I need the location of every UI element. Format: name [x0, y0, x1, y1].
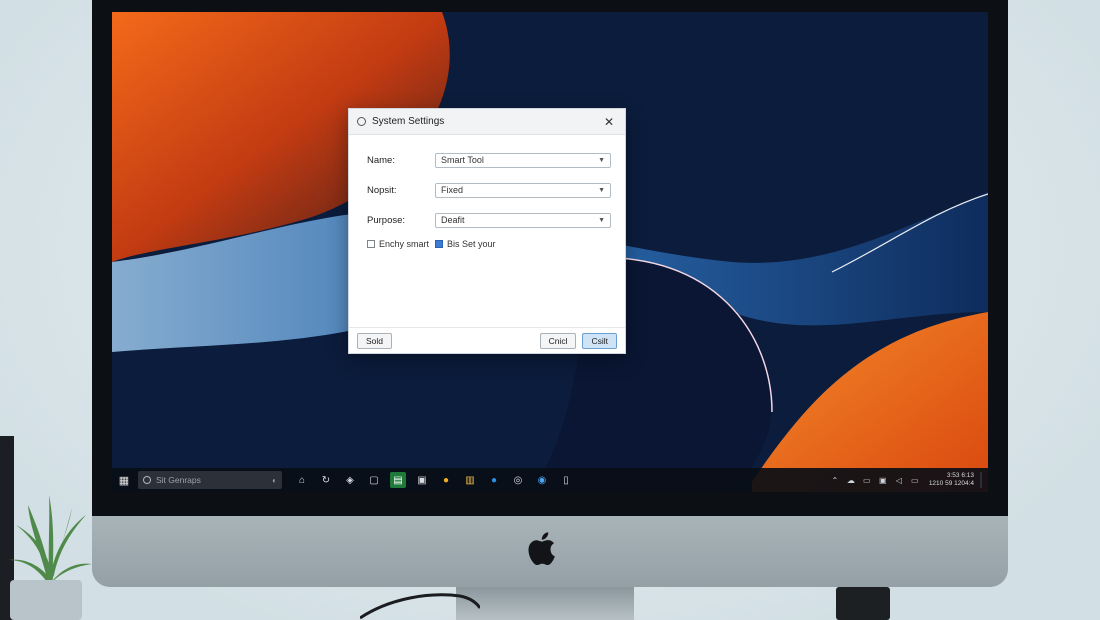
store-icon[interactable]: ▥ [462, 472, 478, 488]
document-icon[interactable]: ▯ [558, 472, 574, 488]
dialog-titlebar[interactable]: System Settings ✕ [349, 109, 625, 135]
apple-logo-icon [528, 532, 555, 566]
bell-icon[interactable]: ⌂ [294, 472, 310, 488]
checkbox-box[interactable] [367, 240, 375, 248]
checkbox-box[interactable] [435, 240, 444, 248]
edge-icon[interactable]: ● [486, 472, 502, 488]
start-icon[interactable]: ▦ [118, 474, 130, 487]
field-label: Name: [367, 154, 395, 166]
checkbox-label: Enchy smart [379, 239, 430, 249]
cable [360, 593, 480, 620]
checkbox-label: Bis Set your [447, 239, 496, 249]
dialog-title: System Settings [372, 116, 445, 127]
taskbar: ▦ Sit Genraps ◐ ⌂ ↻ ◈ ▢ ▤ ▣ ● ▥ ● ◎ ◉ ▯ … [112, 468, 988, 492]
camera-icon[interactable]: ▣ [877, 474, 889, 486]
chevron-down-icon: ▼ [598, 216, 605, 224]
field-row-nopsit: Nopsit: Fixed ▼ [367, 179, 611, 201]
system-settings-dialog: System Settings ✕ Name: Smart Tool ▼ Nop… [348, 108, 626, 354]
chevron-down-icon: ▼ [598, 156, 605, 164]
monitor-icon[interactable]: ▣ [414, 472, 430, 488]
sold-button[interactable]: Sold [357, 332, 393, 349]
cancel-button[interactable]: Cnicl [539, 332, 577, 349]
speaker-right [836, 587, 890, 620]
nopsit-select[interactable]: Fixed ▼ [435, 182, 611, 198]
clock[interactable]: 3:53 6:13 1210 59 1204:4 [929, 472, 974, 488]
chrome-icon[interactable]: ● [438, 472, 454, 488]
checkbox-group: Enchy smart Bis Set your [367, 239, 611, 249]
battery-icon[interactable]: ▭ [909, 474, 921, 486]
search-icon [143, 476, 151, 484]
search-box[interactable]: Sit Genraps ◐ [138, 471, 282, 489]
monitor-stand [456, 587, 634, 620]
settings-icon[interactable]: ◉ [534, 472, 550, 488]
clock-date: 1210 59 1204:4 [928, 480, 974, 487]
plant-icon [8, 495, 92, 585]
field-row-name: Name: Smart Tool ▼ [367, 149, 611, 171]
chat-icon[interactable]: ▢ [366, 472, 382, 488]
show-desktop-strip[interactable] [980, 472, 982, 488]
dialog-body: Name: Smart Tool ▼ Nopsit: Fixed ▼ Purpo… [349, 135, 625, 249]
select-value: Deafit [441, 215, 465, 225]
mic-icon[interactable]: ◐ [272, 476, 277, 485]
circle-icon[interactable]: ◎ [510, 472, 526, 488]
purpose-select[interactable]: Deafit ▼ [435, 212, 611, 228]
volume-icon[interactable]: ◁ [893, 474, 905, 486]
field-label: Purpose: [367, 214, 406, 226]
shield-icon[interactable]: ◈ [342, 472, 358, 488]
select-value: Fixed [441, 185, 464, 195]
arrow-up-icon[interactable]: ⌃ [829, 474, 841, 486]
desktop-screen: System Settings ✕ Name: Smart Tool ▼ Nop… [112, 12, 988, 492]
refresh-icon[interactable]: ↻ [318, 472, 334, 488]
checkbox-bis-set-your[interactable]: Bis Set your [435, 239, 496, 249]
excel-icon[interactable]: ▤ [390, 472, 406, 488]
field-label: Nopsit: [367, 184, 397, 196]
close-icon[interactable]: ✕ [601, 114, 617, 130]
select-value: Smart Tool [441, 155, 484, 165]
dialog-footer: Sold Cnicl Csilt [349, 327, 625, 353]
ok-button[interactable]: Csilt [582, 332, 617, 349]
field-row-purpose: Purpose: Deafit ▼ [367, 209, 611, 231]
plant-pot [10, 580, 82, 620]
settings-circle-icon [357, 117, 366, 126]
search-placeholder: Sit Genraps [156, 475, 201, 485]
clock-time: 3:53 6:13 [946, 472, 974, 479]
cloud-icon[interactable]: ☁ [845, 474, 857, 486]
checkbox-enchy-smart[interactable]: Enchy smart [367, 239, 429, 249]
chevron-down-icon: ▼ [598, 186, 605, 194]
system-tray: ⌃ ☁ ▭ ▣ ◁ ▭ 3:53 6:13 1210 59 1204:4 [827, 472, 982, 488]
name-select[interactable]: Smart Tool ▼ [435, 152, 611, 168]
network-icon[interactable]: ▭ [861, 474, 873, 486]
